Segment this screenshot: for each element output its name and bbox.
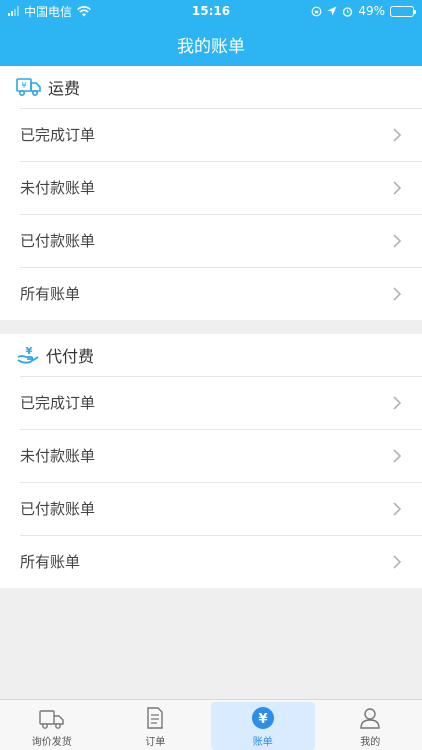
list-item-paid-bills[interactable]: 已付款账单 xyxy=(0,214,422,267)
hand-yen-icon: ¥ xyxy=(17,346,39,364)
clock: 15:16 xyxy=(191,4,231,18)
cellular-signal-icon xyxy=(8,6,19,16)
section-header: ¥ 运费 xyxy=(0,66,422,108)
chevron-right-icon xyxy=(393,180,402,195)
location-icon xyxy=(327,6,337,16)
list-item-label: 未付款账单 xyxy=(20,179,96,197)
list-item-all-bills[interactable]: 所有账单 xyxy=(0,535,422,588)
list-item-unpaid-bills[interactable]: 未付款账单 xyxy=(0,161,422,214)
tab-label: 我的 xyxy=(360,737,381,748)
yen-circle-icon: ¥ xyxy=(251,707,274,729)
truck-icon xyxy=(39,710,64,729)
page-title: 我的账单 xyxy=(177,36,245,57)
status-bar: 中国电信 15:16 49% xyxy=(0,0,422,22)
orientation-lock-icon xyxy=(311,6,322,16)
delivery-truck-yen-icon: ¥ xyxy=(16,78,41,97)
tab-label: 询价发货 xyxy=(31,737,72,748)
list-item-label: 已付款账单 xyxy=(20,232,96,250)
section-title: 运费 xyxy=(48,79,81,98)
svg-text:¥: ¥ xyxy=(26,346,33,357)
tab-bills[interactable]: ¥ 账单 xyxy=(211,702,315,750)
list-item-label: 所有账单 xyxy=(20,285,81,303)
top-header: 中国电信 15:16 49% 我的账单 xyxy=(0,0,422,66)
person-icon xyxy=(360,708,380,729)
list-item-label: 所有账单 xyxy=(20,553,81,571)
list-item-completed-orders[interactable]: 已完成订单 xyxy=(0,108,422,161)
chevron-right-icon xyxy=(393,233,402,248)
list-item-label: 已付款账单 xyxy=(20,500,96,518)
tab-orders[interactable]: 订单 xyxy=(104,700,208,750)
list-item-unpaid-bills[interactable]: 未付款账单 xyxy=(0,429,422,482)
list-item-label: 已完成订单 xyxy=(20,394,96,412)
battery-percent: 49% xyxy=(358,4,385,18)
bottom-tab-bar: 询价发货 订单 ¥ 账单 我的 xyxy=(0,699,422,750)
chevron-right-icon xyxy=(393,554,402,569)
svg-text:¥: ¥ xyxy=(21,81,26,90)
list-item-all-bills[interactable]: 所有账单 xyxy=(0,267,422,320)
list-item-label: 未付款账单 xyxy=(20,447,96,465)
list-item-label: 已完成订单 xyxy=(20,126,96,144)
section-header: ¥ 代付费 xyxy=(0,334,422,376)
svg-text:¥: ¥ xyxy=(258,712,267,727)
chevron-right-icon xyxy=(393,127,402,142)
chevron-right-icon xyxy=(393,448,402,463)
carrier-label: 中国电信 xyxy=(24,4,73,19)
section-title: 代付费 xyxy=(46,347,95,366)
list-item-paid-bills[interactable]: 已付款账单 xyxy=(0,482,422,535)
document-icon xyxy=(147,707,163,729)
cod-fee-section: ¥ 代付费 已完成订单 未付款账单 已付款账单 所有账单 xyxy=(0,334,422,588)
alarm-icon xyxy=(343,6,353,17)
chevron-right-icon xyxy=(393,395,402,410)
tab-label: 订单 xyxy=(145,737,166,748)
battery-icon xyxy=(390,5,416,17)
tab-inquiry-ship[interactable]: 询价发货 xyxy=(0,700,104,750)
chevron-right-icon xyxy=(393,286,402,301)
list-item-completed-orders[interactable]: 已完成订单 xyxy=(0,376,422,429)
tab-label: 账单 xyxy=(252,737,273,748)
wifi-icon xyxy=(77,5,91,16)
tab-profile[interactable]: 我的 xyxy=(319,700,422,750)
freight-section: ¥ 运费 已完成订单 未付款账单 已付款账单 所有账单 xyxy=(0,66,422,320)
chevron-right-icon xyxy=(393,501,402,516)
